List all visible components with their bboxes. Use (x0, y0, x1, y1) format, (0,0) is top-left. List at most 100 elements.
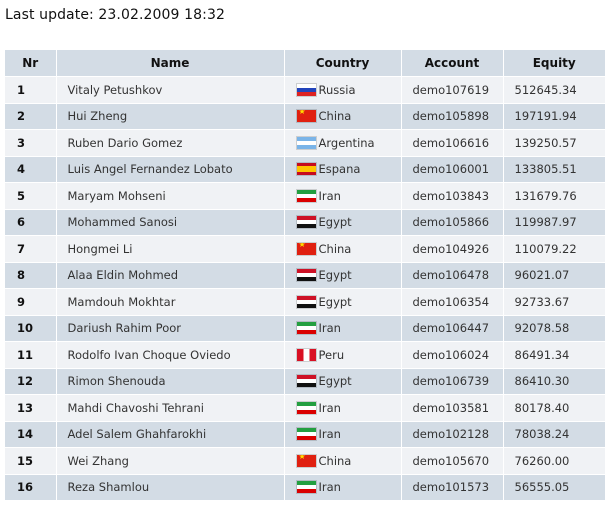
country-label: Egypt (318, 374, 352, 389)
cell-account: demo106001 (401, 156, 504, 183)
country-label: Iran (318, 480, 341, 495)
cell-account: demo102128 (401, 421, 504, 448)
cell-country: Iran (284, 474, 402, 501)
country-label: Russia (318, 82, 356, 97)
country-label: China (318, 109, 352, 124)
header-country: Country (284, 50, 402, 77)
table-row: 6 Mohammed Sanosi Egypt demo105866 119987.97 (5, 209, 605, 236)
country-label: China (318, 241, 352, 256)
country-label: Iran (318, 188, 341, 203)
cell-equity: 512645.34 (503, 76, 605, 104)
flag-icon (296, 295, 316, 308)
table-row: 11 Rodolfo Ivan Choque Oviedo Peru demo1060… (5, 341, 605, 369)
header-name: Name (56, 50, 285, 77)
flag-icon (296, 454, 316, 467)
cell-name: Rimon Shenouda (56, 368, 285, 395)
cell-equity: 110079.22 (503, 235, 605, 263)
table-body: 1 Vitaly Petushkov Russia demo107619 512645.… (5, 76, 605, 501)
cell-name: Reza Shamlou (56, 474, 285, 501)
cell-account: demo106616 (401, 129, 504, 157)
cell-name: Dariush Rahim Poor (56, 315, 285, 342)
flag-icon (296, 401, 316, 414)
cell-equity: 76260.00 (503, 447, 605, 475)
cell-account: demo101573 (401, 474, 504, 501)
cell-equity: 92733.67 (503, 288, 605, 316)
table-row: 16 Reza Shamlou Iran demo101573 56555.05 (5, 474, 605, 501)
cell-equity: 86491.34 (503, 341, 605, 369)
cell-account: demo106354 (401, 288, 504, 316)
flag-icon (296, 136, 316, 149)
cell-nr: 10 (5, 315, 57, 342)
cell-country: China (284, 103, 402, 130)
cell-nr: 11 (5, 341, 57, 369)
flag-icon (296, 481, 316, 494)
leaderboard-container: Nr Name Country Account Equity 1 Vitaly P… (5, 50, 605, 501)
cell-name: Mohammed Sanosi (56, 209, 285, 236)
country-label: Egypt (318, 294, 352, 309)
cell-name: Rodolfo Ivan Choque Oviedo (56, 341, 285, 369)
cell-nr: 7 (5, 235, 57, 263)
table-row: 9 Mamdouh Mokhtar Egypt demo106354 92733.67 (5, 288, 605, 316)
cell-name: Adel Salem Ghahfarokhi (56, 421, 285, 448)
last-update: Last update: 23.02.2009 18:32 (5, 7, 225, 23)
table-row: 14 Adel Salem Ghahfarokhi Iran demo102128 78… (5, 421, 605, 448)
cell-country: Egypt (284, 288, 402, 316)
cell-name: Wei Zhang (56, 447, 285, 475)
country-label: Iran (318, 427, 341, 442)
cell-equity: 119987.97 (503, 209, 605, 236)
flag-icon (296, 242, 316, 255)
table-row: 10 Dariush Rahim Poor Iran demo106447 92078.… (5, 315, 605, 342)
table-row: 15Wei Zhang China demo10567076260.00 (5, 447, 605, 475)
flag-icon (296, 375, 316, 388)
cell-nr: 4 (5, 156, 57, 183)
cell-equity: 86410.30 (503, 368, 605, 395)
cell-nr: 15 (5, 447, 57, 475)
cell-nr: 1 (5, 76, 57, 104)
cell-name: Mahdi Chavoshi Tehrani (56, 394, 285, 422)
cell-equity: 80178.40 (503, 394, 605, 422)
table-row: 8 Alaa Eldin Mohmed Egypt demo106478 96021.0… (5, 262, 605, 289)
cell-equity: 56555.05 (503, 474, 605, 501)
cell-nr: 14 (5, 421, 57, 448)
cell-country: Espana (284, 156, 402, 183)
country-label: Egypt (318, 215, 352, 230)
cell-account: demo106447 (401, 315, 504, 342)
cell-country: Egypt (284, 209, 402, 236)
cell-account: demo103843 (401, 182, 504, 210)
cell-nr: 13 (5, 394, 57, 422)
cell-country: Iran (284, 421, 402, 448)
cell-country: China (284, 235, 402, 263)
cell-account: demo105898 (401, 103, 504, 130)
cell-country: Egypt (284, 262, 402, 289)
cell-nr: 2 (5, 103, 57, 130)
table-header-row: Nr Name Country Account Equity (5, 50, 605, 77)
cell-country: Egypt (284, 368, 402, 395)
cell-country: Peru (284, 341, 402, 369)
cell-country: Russia (284, 76, 402, 104)
country-label: China (318, 453, 352, 468)
country-label: Peru (318, 347, 345, 362)
table-row: 2Hui Zheng China demo105898197191.94 (5, 103, 605, 130)
flag-icon (296, 428, 316, 441)
cell-account: demo107619 (401, 76, 504, 104)
country-label: Argentina (318, 135, 375, 150)
cell-name: Mamdouh Mokhtar (56, 288, 285, 316)
cell-nr: 9 (5, 288, 57, 316)
flag-icon (296, 163, 316, 176)
cell-equity: 92078.58 (503, 315, 605, 342)
cell-equity: 139250.57 (503, 129, 605, 157)
cell-name: Hongmei Li (56, 235, 285, 263)
table-row: 13 Mahdi Chavoshi Tehrani Iran demo103581 80… (5, 394, 605, 422)
leaderboard-table: Nr Name Country Account Equity 1 Vitaly P… (5, 50, 605, 501)
country-label: Espana (318, 162, 361, 177)
flag-icon (296, 348, 316, 361)
cell-nr: 12 (5, 368, 57, 395)
cell-equity: 78038.24 (503, 421, 605, 448)
table-row: 1 Vitaly Petushkov Russia demo107619 512645.… (5, 76, 605, 104)
cell-name: Vitaly Petushkov (56, 76, 285, 104)
header-equity: Equity (503, 50, 605, 77)
country-label: Iran (318, 321, 341, 336)
flag-icon (296, 216, 316, 229)
flag-icon (296, 322, 316, 335)
cell-nr: 5 (5, 182, 57, 210)
